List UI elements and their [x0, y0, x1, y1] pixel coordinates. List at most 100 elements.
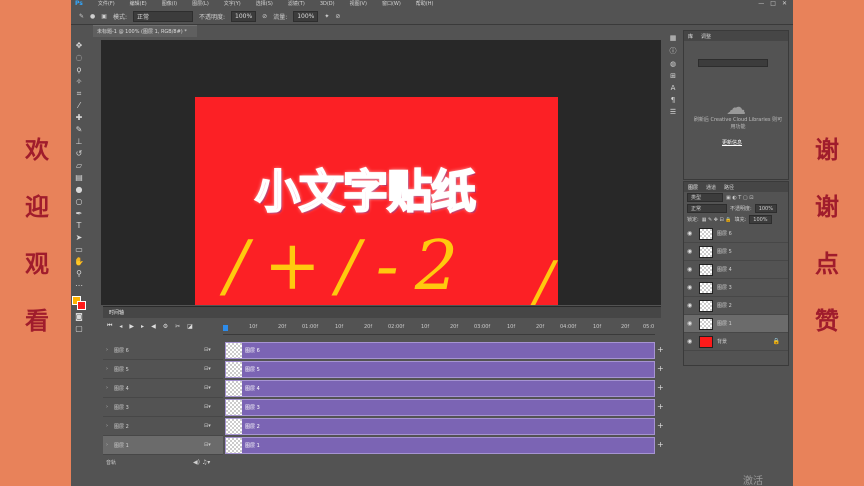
document-canvas[interactable]: 小文字贴纸 /+/-2 / [195, 97, 558, 305]
expand-icon[interactable]: › [106, 385, 114, 391]
healing-brush-tool-icon[interactable]: ✚ [73, 112, 85, 123]
menu-filter[interactable]: 滤镜(T) [288, 0, 305, 7]
menu-3d[interactable]: 3D(D) [320, 1, 335, 7]
menu-select[interactable]: 选择(S) [256, 0, 273, 7]
layer-row[interactable]: ◉ 图层 5 [684, 243, 788, 261]
move-tool-icon[interactable]: ✥ [73, 40, 85, 51]
brush-size-icon[interactable]: ● [90, 13, 95, 20]
next-frame-icon[interactable]: ▸ [141, 323, 144, 330]
audio-controls-icon[interactable]: ◀) ♫▾ [193, 459, 210, 466]
add-media-button[interactable]: + [657, 383, 665, 392]
film-icon[interactable]: ⊟▾ [204, 423, 211, 429]
film-icon[interactable]: ⊟▾ [204, 404, 211, 410]
layer-clip[interactable]: 图层 4 [225, 380, 655, 397]
layer-clip[interactable]: 图层 1 [225, 437, 655, 454]
blend-mode-select[interactable]: 正常 [687, 204, 727, 213]
blur-tool-icon[interactable]: ● [73, 184, 85, 195]
menu-type[interactable]: 文字(Y) [224, 0, 241, 7]
background-color-swatch[interactable] [77, 301, 86, 310]
minimize-button[interactable]: — [758, 0, 764, 7]
expand-icon[interactable]: › [106, 366, 114, 372]
crop-tool-icon[interactable]: ⌗ [73, 88, 85, 99]
pressure-opacity-icon[interactable]: ⊘ [262, 13, 267, 20]
marquee-tool-icon[interactable]: ◌ [73, 52, 85, 63]
path-select-tool-icon[interactable]: ➤ [73, 232, 85, 243]
color-panel-icon[interactable]: ◍ [667, 60, 679, 68]
settings-icon[interactable]: ⚙ [163, 323, 168, 330]
tab-layers[interactable]: 图层 [688, 184, 698, 191]
flow-input[interactable]: 100% [293, 10, 319, 22]
mode-select[interactable]: 正常 [132, 10, 193, 22]
track-header-selected[interactable]: › 图层 1 ⊟▾ [103, 436, 223, 455]
swatches-panel-icon[interactable]: ⊞ [667, 72, 679, 80]
lock-icons[interactable]: ▦ ✎ ✥ ⊟ 🔒 [702, 217, 732, 223]
maximize-button[interactable]: □ [770, 0, 776, 7]
layer-clip[interactable]: 图层 3 [225, 399, 655, 416]
brush-tool-icon[interactable]: ✎ [79, 13, 84, 20]
transition-icon[interactable]: ◪ [187, 323, 193, 330]
menu-help[interactable]: 帮助(H) [416, 0, 434, 7]
brush-panel-icon[interactable]: ▣ [101, 13, 107, 20]
track-header[interactable]: › 图层 2 ⊟▾ [103, 417, 223, 436]
eye-icon[interactable]: ◉ [687, 248, 695, 255]
character-panel-icon[interactable]: A [667, 84, 679, 92]
film-icon[interactable]: ⊟▾ [204, 347, 211, 353]
time-ruler[interactable]: 10f 20f 01:00f 10f 20f 02:00f 10f 20f 03… [223, 321, 655, 335]
film-icon[interactable]: ⊟▾ [204, 385, 211, 391]
hand-tool-icon[interactable]: ✋ [73, 256, 85, 267]
eye-icon[interactable]: ◉ [687, 284, 695, 291]
layer-row-background[interactable]: ◉ 背景 🔒 [684, 333, 788, 351]
play-icon[interactable]: ▶ [129, 323, 134, 330]
layer-clip[interactable]: 图层 2 [225, 418, 655, 435]
paragraph-panel-icon[interactable]: ¶ [667, 96, 679, 104]
dodge-tool-icon[interactable]: ○ [73, 196, 85, 207]
add-media-button[interactable]: + [657, 402, 665, 411]
quick-mask-icon[interactable]: ◙ [73, 311, 85, 322]
info-panel-icon[interactable]: ⓘ [667, 46, 679, 56]
layer-row-selected[interactable]: ◉ 图层 1 [684, 315, 788, 333]
prev-frame-icon[interactable]: ◂ [119, 323, 122, 330]
lasso-tool-icon[interactable]: ϙ [73, 64, 85, 75]
properties-panel-icon[interactable]: ☰ [667, 108, 679, 116]
close-button[interactable]: ✕ [782, 0, 787, 7]
menu-view[interactable]: 视图(V) [350, 0, 367, 7]
layer-row[interactable]: ◉ 图层 6 [684, 225, 788, 243]
eye-icon[interactable]: ◉ [687, 320, 695, 327]
eye-icon[interactable]: ◉ [687, 266, 695, 273]
track-header[interactable]: › 图层 4 ⊟▾ [103, 379, 223, 398]
eye-icon[interactable]: ◉ [687, 302, 695, 309]
zoom-tool-icon[interactable]: ⚲ [73, 268, 85, 279]
tab-channels[interactable]: 通道 [706, 184, 716, 191]
eye-icon[interactable]: ◉ [687, 338, 695, 345]
layer-clip[interactable]: 图层 5 [225, 361, 655, 378]
expand-icon[interactable]: › [106, 442, 114, 448]
add-media-button[interactable]: + [657, 440, 665, 449]
tab-libraries[interactable]: 库 [688, 33, 693, 40]
opacity-input[interactable]: 100% [231, 10, 257, 22]
split-icon[interactable]: ✂ [175, 323, 180, 330]
audio-track[interactable]: 音轨 ◀) ♫▾ [103, 457, 661, 467]
menu-file[interactable]: 文件(F) [98, 0, 115, 7]
eyedropper-tool-icon[interactable]: ⁄ [73, 100, 85, 111]
pen-tool-icon[interactable]: ✒ [73, 208, 85, 219]
audio-icon[interactable]: ◀ [151, 323, 156, 330]
more-tools-icon[interactable]: ⋯ [73, 280, 85, 291]
type-tool-icon[interactable]: T [73, 220, 85, 231]
add-media-button[interactable]: + [657, 345, 665, 354]
eye-icon[interactable]: ◉ [687, 230, 695, 237]
layer-row[interactable]: ◉ 图层 4 [684, 261, 788, 279]
clone-stamp-tool-icon[interactable]: ⊥ [73, 136, 85, 147]
tab-paths[interactable]: 路径 [724, 184, 734, 191]
history-panel-icon[interactable]: ▦ [667, 34, 679, 42]
layer-row[interactable]: ◉ 图层 3 [684, 279, 788, 297]
expand-icon[interactable]: › [106, 404, 114, 410]
film-icon[interactable]: ⊟▾ [204, 366, 211, 372]
track-header[interactable]: › 图层 3 ⊟▾ [103, 398, 223, 417]
document-tab[interactable]: 未标题-1 @ 100% (图层 1, RGB/8#) * [93, 25, 197, 37]
playhead[interactable] [223, 325, 228, 331]
add-media-button[interactable]: + [657, 364, 665, 373]
eraser-tool-icon[interactable]: ▱ [73, 160, 85, 171]
color-swatches[interactable] [72, 296, 86, 310]
quick-select-tool-icon[interactable]: ✧ [73, 76, 85, 87]
tab-adjustments[interactable]: 调整 [701, 33, 711, 40]
